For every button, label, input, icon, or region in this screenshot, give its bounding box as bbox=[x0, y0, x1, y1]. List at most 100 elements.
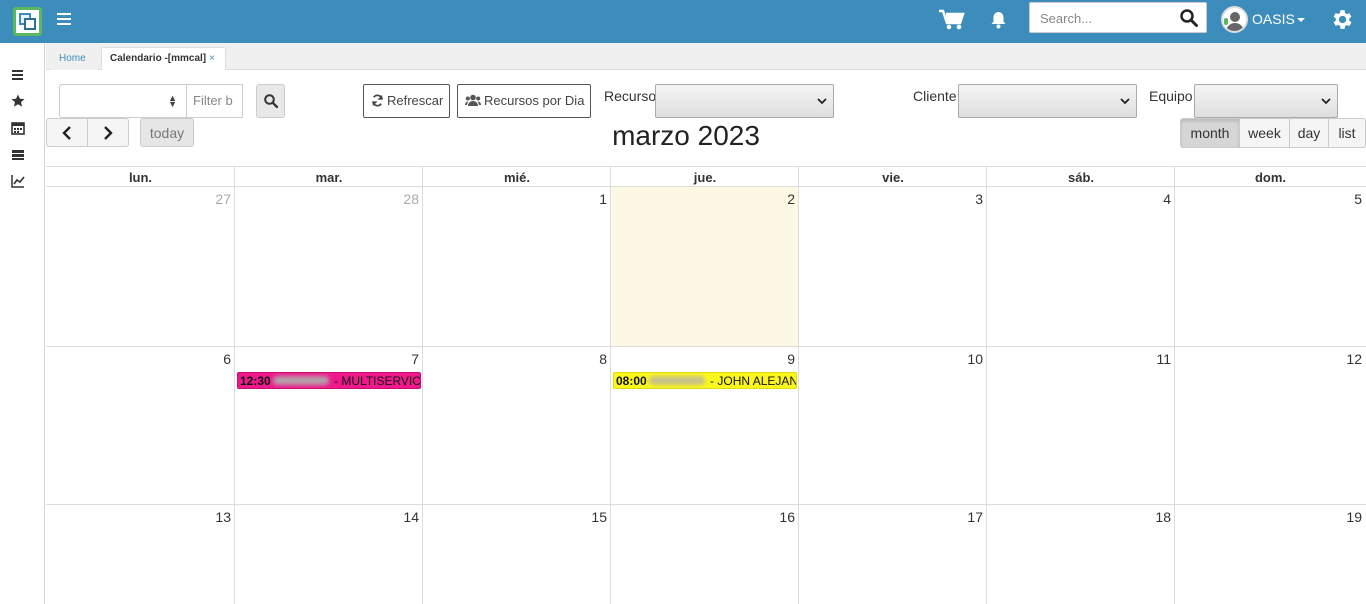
day-cell[interactable]: 16 bbox=[610, 505, 799, 604]
day-cell[interactable]: 8 bbox=[422, 347, 611, 504]
calendar-event[interactable]: 08:00 - JOHN ALEJANDRO bbox=[613, 372, 797, 389]
event-title: - JOHN ALEJANDRO bbox=[710, 374, 797, 388]
day-cell[interactable]: 4 bbox=[986, 187, 1175, 346]
day-cell[interactable]: 3 bbox=[798, 187, 987, 346]
chevron-left-icon bbox=[62, 126, 71, 140]
today-button[interactable]: today bbox=[140, 118, 194, 147]
view-list-button[interactable]: list bbox=[1328, 118, 1366, 148]
app-logo[interactable] bbox=[13, 7, 42, 36]
tab-home-label: Home bbox=[59, 53, 86, 64]
day-number: 14 bbox=[403, 509, 419, 525]
cart-icon[interactable] bbox=[939, 9, 965, 31]
day-number: 5 bbox=[1354, 191, 1362, 207]
day-number: 11 bbox=[1156, 351, 1171, 367]
day-number: 10 bbox=[967, 351, 983, 367]
tab-calendario[interactable]: Calendario -[mmcal] × bbox=[101, 47, 226, 70]
day-number: 6 bbox=[223, 351, 231, 367]
day-number: 27 bbox=[215, 191, 231, 207]
search-icon[interactable] bbox=[1180, 9, 1198, 27]
calendar-icon[interactable] bbox=[10, 120, 26, 136]
day-number: 1 bbox=[599, 191, 607, 207]
day-cell[interactable]: 6 bbox=[46, 347, 235, 504]
event-time: 08:00 bbox=[616, 374, 647, 388]
dow-header: sáb. bbox=[986, 167, 1175, 187]
day-cell[interactable]: 28 bbox=[234, 187, 423, 346]
calendar-event[interactable]: 12:30 - MULTISERVICIO bbox=[237, 372, 421, 389]
day-of-week-header: lun. mar. mié. jue. vie. sáb. dom. bbox=[46, 166, 1366, 187]
day-number: 8 bbox=[599, 351, 607, 367]
chevron-down-icon bbox=[1120, 98, 1130, 105]
day-cell[interactable]: 7 12:30 - MULTISERVICIO bbox=[234, 347, 423, 504]
day-cell[interactable]: 14 bbox=[234, 505, 423, 604]
event-time: 12:30 bbox=[240, 374, 271, 388]
redacted-text bbox=[272, 376, 329, 385]
day-cell[interactable]: 15 bbox=[422, 505, 611, 604]
recurso-label: Recurso: bbox=[604, 88, 661, 104]
day-cell[interactable]: 10 bbox=[798, 347, 987, 504]
day-cell[interactable]: 1 bbox=[422, 187, 611, 346]
search-input[interactable] bbox=[1040, 9, 1170, 27]
day-cell[interactable]: 18 bbox=[986, 505, 1175, 604]
day-cell[interactable]: 12 bbox=[1174, 347, 1366, 504]
day-number: 15 bbox=[591, 509, 607, 525]
day-cell[interactable]: 17 bbox=[798, 505, 987, 604]
day-number: 28 bbox=[403, 191, 419, 207]
cliente-select[interactable] bbox=[958, 84, 1137, 118]
redacted-text bbox=[648, 376, 705, 385]
menu-icon[interactable] bbox=[57, 13, 71, 27]
refresh-button[interactable]: Refrescar bbox=[363, 84, 450, 118]
day-cell[interactable]: 5 bbox=[1174, 187, 1366, 346]
week-row: 13 14 15 16 17 18 19 bbox=[46, 505, 1366, 604]
gear-icon[interactable] bbox=[1329, 7, 1354, 32]
tab-home[interactable]: Home bbox=[50, 47, 98, 70]
server-icon[interactable] bbox=[10, 147, 26, 163]
close-icon[interactable]: × bbox=[209, 53, 215, 64]
day-cell[interactable]: 19 bbox=[1174, 505, 1366, 604]
filter-input[interactable] bbox=[193, 93, 242, 108]
menu-icon[interactable] bbox=[10, 67, 26, 83]
recursos-por-dia-button[interactable]: Recursos por Dia bbox=[457, 84, 591, 118]
avatar bbox=[1221, 6, 1248, 33]
chevron-down-icon bbox=[1321, 98, 1331, 105]
recurso-select[interactable] bbox=[655, 84, 834, 118]
filter-field-select[interactable]: ▲ ▼ bbox=[59, 84, 187, 118]
search-icon bbox=[264, 94, 278, 108]
chevron-down-icon bbox=[817, 98, 827, 105]
view-week-button[interactable]: week bbox=[1239, 118, 1290, 148]
dow-header: mar. bbox=[234, 167, 423, 187]
day-number: 9 bbox=[787, 351, 795, 367]
filter-search-button[interactable] bbox=[256, 84, 285, 118]
week-row: 6 7 12:30 - MULTISERVICIO 8 9 08:00 - JO… bbox=[46, 347, 1366, 505]
day-number: 19 bbox=[1346, 509, 1362, 525]
day-cell[interactable]: 13 bbox=[46, 505, 235, 604]
day-cell[interactable]: 11 bbox=[986, 347, 1175, 504]
equipo-select[interactable] bbox=[1194, 84, 1338, 118]
day-number: 16 bbox=[779, 509, 795, 525]
day-number: 4 bbox=[1163, 191, 1171, 207]
calendar-title: marzo 2023 bbox=[612, 120, 760, 151]
prev-month-button[interactable] bbox=[46, 118, 88, 147]
dow-header: jue. bbox=[610, 167, 799, 187]
day-number: 2 bbox=[787, 191, 795, 207]
equipo-label: Equipo: bbox=[1149, 88, 1197, 104]
week-row: 27 28 1 2 3 4 5 bbox=[46, 187, 1366, 347]
day-number: 7 bbox=[411, 351, 419, 367]
dow-header: vie. bbox=[798, 167, 987, 187]
day-number: 13 bbox=[215, 509, 231, 525]
bell-icon[interactable] bbox=[990, 11, 1007, 29]
calendar-grid: lun. mar. mié. jue. vie. sáb. dom. 27 28… bbox=[46, 166, 1366, 604]
search-box[interactable] bbox=[1029, 2, 1207, 33]
star-icon[interactable] bbox=[10, 93, 26, 109]
next-month-button[interactable] bbox=[87, 118, 129, 147]
filter-input-box[interactable] bbox=[187, 84, 243, 118]
top-navbar: OASIS bbox=[0, 0, 1366, 43]
day-cell-today[interactable]: 2 bbox=[610, 187, 799, 346]
view-day-button[interactable]: day bbox=[1289, 118, 1329, 148]
cliente-label: Cliente: bbox=[913, 88, 961, 104]
day-cell[interactable]: 9 08:00 - JOHN ALEJANDRO bbox=[610, 347, 799, 504]
dow-header: lun. bbox=[128, 170, 153, 185]
view-month-button[interactable]: month bbox=[1180, 118, 1240, 148]
day-cell[interactable]: 27 bbox=[46, 187, 235, 346]
chart-line-icon[interactable] bbox=[10, 173, 26, 189]
dow-header: mié. bbox=[422, 167, 611, 187]
